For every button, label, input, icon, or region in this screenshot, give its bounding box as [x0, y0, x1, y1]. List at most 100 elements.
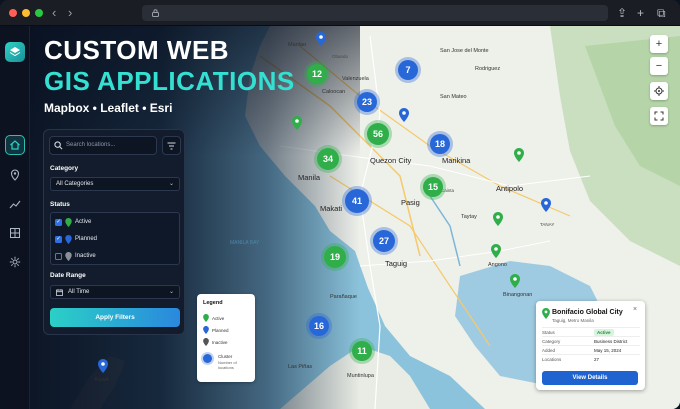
popup-row-value: May 15, 2024: [594, 348, 622, 353]
view-details-button[interactable]: View Details: [542, 371, 638, 385]
planned-pin-icon: [203, 326, 209, 334]
category-select[interactable]: All Categories ⌄: [50, 177, 180, 191]
legend-label: Active: [212, 315, 225, 321]
active-pin-icon[interactable]: [514, 148, 524, 162]
location-popup: Bonifacio Global City Taguig, Metro Mani…: [536, 301, 645, 390]
place-label: Caloocan: [322, 89, 346, 95]
app-logo[interactable]: [5, 42, 25, 62]
forward-icon[interactable]: ›: [68, 5, 72, 21]
popup-row: Added May 15, 2024: [542, 345, 640, 354]
hero-subtitle: Mapbox • Leaflet • Esri: [44, 101, 173, 115]
sidebar-item-grid[interactable]: [5, 223, 25, 243]
status-option-planned[interactable]: ✓ Planned: [55, 233, 97, 245]
place-label: Makati: [320, 204, 343, 213]
status-group: ✓ Active ✓ Planned Inactive: [50, 212, 180, 265]
legend-item-inactive: Inactive: [203, 338, 228, 346]
legend-cluster-text: Cluster Number of locations: [218, 354, 246, 370]
cluster-marker[interactable]: 19: [324, 246, 346, 268]
cluster-marker[interactable]: 12: [307, 64, 327, 84]
zoom-out-button[interactable]: −: [650, 57, 668, 75]
date-range-label: Date Range: [50, 272, 86, 279]
planned-pin-icon[interactable]: [316, 32, 326, 46]
legend-item-active: Active: [203, 314, 224, 322]
active-pin-icon[interactable]: [292, 116, 302, 130]
active-pin-icon[interactable]: [510, 274, 520, 288]
calendar-icon: [56, 289, 63, 296]
legend-label: Inactive: [212, 339, 228, 345]
title-bar: ‹ › ⇪ + ⧉: [0, 0, 680, 26]
popup-title: Bonifacio Global City: [552, 309, 623, 316]
place-label: Quezon City: [370, 156, 412, 165]
category-value: All Categories: [56, 181, 94, 187]
planned-pin-icon[interactable]: [399, 108, 409, 122]
status-option-inactive[interactable]: Inactive: [55, 250, 96, 262]
place-label: Obando: [332, 54, 349, 59]
planned-pin-icon[interactable]: [98, 359, 108, 373]
legend-label: Cluster: [218, 354, 233, 359]
active-pin-icon: [203, 314, 209, 322]
fullscreen-button[interactable]: [650, 107, 668, 125]
place-label: Taytay: [461, 214, 477, 220]
home-icon: [10, 140, 20, 150]
close-icon[interactable]: ×: [633, 306, 637, 313]
cluster-marker[interactable]: 7: [398, 60, 418, 80]
cluster-marker[interactable]: 11: [352, 341, 372, 361]
checkbox-active[interactable]: ✓: [55, 218, 62, 226]
sidebar-item-home[interactable]: [5, 135, 25, 155]
new-tab-icon[interactable]: +: [637, 5, 644, 21]
map-pin-icon: [10, 169, 20, 181]
status-option-active[interactable]: ✓ Active: [55, 216, 91, 228]
search-icon: [54, 141, 63, 150]
place-label: San Jose del Monte: [440, 48, 489, 54]
cluster-marker[interactable]: 41: [345, 189, 369, 213]
active-pin-icon[interactable]: [493, 212, 503, 226]
place-label: Manila: [298, 173, 321, 182]
map-legend: Legend Active Planned Inactive Cluster N…: [197, 294, 255, 382]
active-pin-icon: [65, 217, 72, 227]
place-label: Parañaque: [330, 294, 357, 300]
place-label: Marilao: [288, 42, 307, 48]
search-input[interactable]: Search locations...: [49, 136, 157, 155]
browser-window: ‹ › ⇪ + ⧉ Marilao Obando San Jose del Mo…: [0, 0, 680, 409]
cluster-marker[interactable]: 16: [309, 316, 329, 336]
cluster-marker[interactable]: 23: [357, 92, 377, 112]
cluster-marker[interactable]: 15: [423, 177, 443, 197]
filter-button[interactable]: [162, 136, 181, 155]
checkbox-inactive[interactable]: [55, 252, 62, 260]
close-window-button[interactable]: [9, 9, 17, 17]
sidebar-item-locations[interactable]: [5, 165, 25, 185]
popup-row-value: Business District: [594, 339, 628, 344]
cluster-marker[interactable]: 56: [367, 123, 389, 145]
sidebar-item-settings[interactable]: [5, 252, 25, 272]
filter-icon: [167, 141, 176, 150]
tabs-overview-icon[interactable]: ⧉: [657, 5, 666, 21]
place-label: Marikina: [442, 156, 471, 165]
popup-subtitle: Taguig, Metro Manila: [552, 318, 594, 323]
minimize-window-button[interactable]: [22, 9, 30, 17]
sidebar-item-analytics[interactable]: [5, 194, 25, 214]
legend-item-planned: Planned: [203, 326, 229, 334]
checkbox-planned[interactable]: ✓: [55, 235, 62, 243]
place-label: Kawit: [95, 377, 109, 383]
place-label: Angono: [488, 262, 507, 268]
filter-panel: Search locations... Category All Categor…: [43, 129, 185, 335]
cluster-marker[interactable]: 27: [373, 230, 395, 252]
cluster-marker[interactable]: 34: [317, 148, 339, 170]
place-label: Muntinlupa: [347, 373, 374, 379]
cluster-swatch-icon: [203, 354, 212, 363]
popup-row: Category Business District: [542, 336, 640, 345]
back-icon[interactable]: ‹: [52, 5, 56, 21]
share-icon[interactable]: ⇪: [617, 5, 627, 21]
place-label: Las Piñas: [288, 364, 313, 370]
planned-pin-icon[interactable]: [541, 198, 551, 212]
address-bar[interactable]: [142, 5, 608, 21]
active-pin-icon[interactable]: [491, 244, 501, 258]
inactive-pin-icon: [65, 251, 72, 261]
maximize-window-button[interactable]: [35, 9, 43, 17]
zoom-in-button[interactable]: +: [650, 35, 668, 53]
apply-filters-button[interactable]: Apply Filters: [50, 308, 180, 327]
cluster-marker[interactable]: 18: [430, 134, 450, 154]
locate-button[interactable]: [650, 82, 668, 100]
date-range-select[interactable]: All Time ⌄: [50, 285, 180, 299]
status-option-label: Planned: [75, 236, 98, 242]
